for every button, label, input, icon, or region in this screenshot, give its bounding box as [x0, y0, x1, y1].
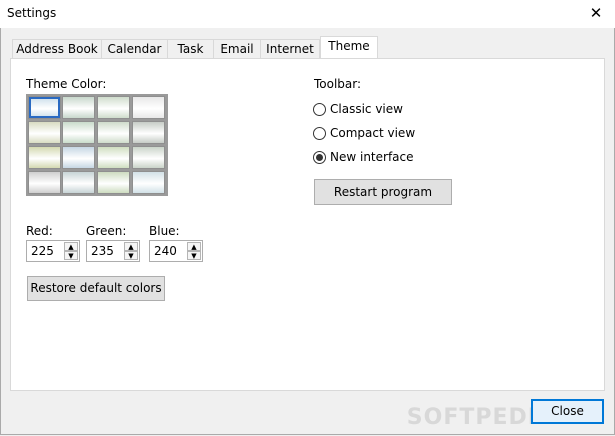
- spin-up-icon[interactable]: ▲: [124, 242, 138, 251]
- color-swatch[interactable]: [97, 146, 130, 169]
- tab-email[interactable]: Email: [213, 39, 261, 58]
- color-swatch[interactable]: [28, 146, 61, 169]
- green-label: Green:: [86, 224, 127, 238]
- color-swatch[interactable]: [132, 146, 165, 169]
- spin-down-icon[interactable]: ▼: [187, 251, 201, 260]
- green-value[interactable]: 235: [91, 244, 114, 258]
- color-swatch[interactable]: [97, 121, 130, 144]
- blue-value[interactable]: 240: [154, 244, 177, 258]
- tab-task[interactable]: Task: [167, 39, 214, 58]
- new-interface-radio[interactable]: [313, 151, 326, 164]
- restart-program-button[interactable]: Restart program: [314, 179, 452, 205]
- color-swatch[interactable]: [132, 96, 165, 119]
- classic-view-label[interactable]: Classic view: [330, 102, 403, 116]
- color-swatch[interactable]: [132, 121, 165, 144]
- blue-spinbox[interactable]: 240 ▲ ▼: [149, 240, 203, 262]
- window-title: Settings: [7, 6, 57, 20]
- red-label: Red:: [26, 224, 53, 238]
- color-swatch[interactable]: [28, 96, 61, 119]
- spin-up-icon[interactable]: ▲: [64, 242, 78, 251]
- close-icon[interactable]: ✕: [585, 2, 607, 24]
- green-spinbox[interactable]: 235 ▲ ▼: [86, 240, 140, 262]
- restore-default-colors-button[interactable]: Restore default colors: [27, 276, 165, 301]
- title-bar: Settings ✕: [0, 0, 615, 28]
- color-swatch[interactable]: [28, 171, 61, 194]
- color-swatch[interactable]: [132, 171, 165, 194]
- spin-up-icon[interactable]: ▲: [187, 242, 201, 251]
- close-button[interactable]: Close: [531, 399, 604, 424]
- color-swatch[interactable]: [62, 146, 95, 169]
- color-swatch[interactable]: [62, 171, 95, 194]
- tab-calendar[interactable]: Calendar: [101, 39, 168, 58]
- compact-view-radio[interactable]: [313, 127, 326, 140]
- tab-theme[interactable]: Theme: [320, 36, 378, 58]
- spin-down-icon[interactable]: ▼: [64, 251, 78, 260]
- color-swatch[interactable]: [97, 96, 130, 119]
- color-swatch[interactable]: [28, 121, 61, 144]
- toolbar-label: Toolbar:: [314, 77, 362, 91]
- compact-view-label[interactable]: Compact view: [330, 126, 415, 140]
- red-value[interactable]: 225: [31, 244, 54, 258]
- color-swatch[interactable]: [62, 96, 95, 119]
- tab-internet[interactable]: Internet: [260, 39, 320, 58]
- color-swatch[interactable]: [62, 121, 95, 144]
- tab-address-book[interactable]: Address Book: [12, 39, 102, 58]
- spin-down-icon[interactable]: ▼: [124, 251, 138, 260]
- blue-label: Blue:: [149, 224, 180, 238]
- red-spinbox[interactable]: 225 ▲ ▼: [26, 240, 80, 262]
- new-interface-label[interactable]: New interface: [330, 150, 414, 164]
- theme-color-label: Theme Color:: [26, 77, 107, 91]
- classic-view-radio[interactable]: [313, 103, 326, 116]
- theme-color-grid: [26, 94, 168, 196]
- color-swatch[interactable]: [97, 171, 130, 194]
